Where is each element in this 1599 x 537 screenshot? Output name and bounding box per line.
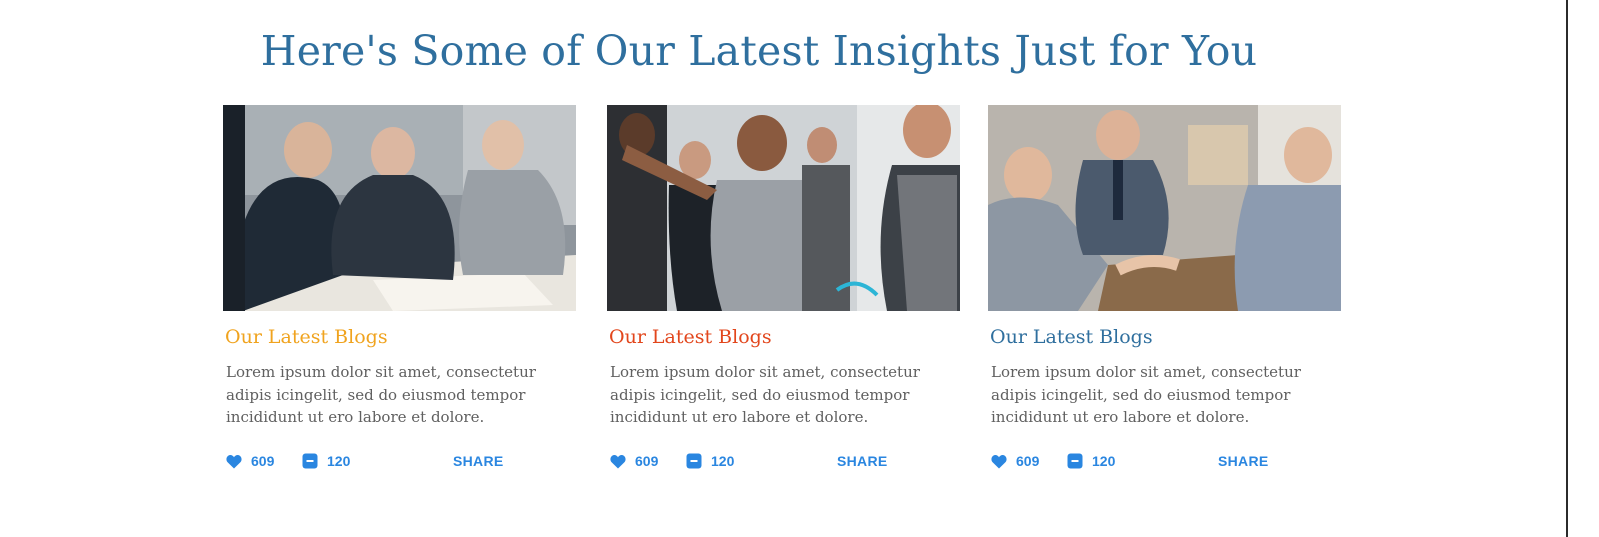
like-button[interactable]: 609 [990, 449, 1039, 473]
heart-icon [609, 453, 626, 470]
share-button[interactable]: SHARE [453, 449, 504, 473]
share-button[interactable]: SHARE [837, 449, 888, 473]
blog-card: Our Latest Blogs Lorem ipsum dolor sit a… [988, 105, 1341, 485]
comment-icon [685, 453, 702, 470]
comment-button[interactable]: 120 [301, 449, 350, 473]
handshake-photo[interactable] [988, 105, 1341, 311]
card-title[interactable]: Our Latest Blogs [609, 323, 772, 351]
team-presentation-photo[interactable] [607, 105, 960, 311]
card-actions: 609 120 SHARE [607, 449, 960, 473]
card-title[interactable]: Our Latest Blogs [225, 323, 388, 351]
page-title: Here's Some of Our Latest Insights Just … [260, 27, 1258, 75]
like-count: 609 [635, 453, 659, 469]
heart-icon [225, 453, 242, 470]
comment-button[interactable]: 120 [1066, 449, 1115, 473]
page-edge-rule [1566, 0, 1568, 537]
like-button[interactable]: 609 [609, 449, 658, 473]
like-count: 609 [251, 453, 275, 469]
comment-count: 120 [1092, 453, 1116, 469]
card-excerpt: Lorem ipsum dolor sit amet, consectetur … [610, 363, 920, 426]
business-meeting-photo[interactable] [223, 105, 576, 311]
comment-count: 120 [327, 453, 351, 469]
like-count: 609 [1016, 453, 1040, 469]
comment-count: 120 [711, 453, 735, 469]
card-actions: 609 120 SHARE [223, 449, 576, 473]
card-actions: 609 120 SHARE [988, 449, 1341, 473]
blog-card: Our Latest Blogs Lorem ipsum dolor sit a… [223, 105, 576, 485]
card-excerpt: Lorem ipsum dolor sit amet, consectetur … [226, 363, 536, 426]
comment-icon [1066, 453, 1083, 470]
comment-button[interactable]: 120 [685, 449, 734, 473]
card-title[interactable]: Our Latest Blogs [990, 323, 1153, 351]
heart-icon [990, 453, 1007, 470]
like-button[interactable]: 609 [225, 449, 274, 473]
share-button[interactable]: SHARE [1218, 449, 1269, 473]
blog-card: Our Latest Blogs Lorem ipsum dolor sit a… [607, 105, 960, 485]
card-excerpt: Lorem ipsum dolor sit amet, consectetur … [991, 363, 1301, 426]
comment-icon [301, 453, 318, 470]
